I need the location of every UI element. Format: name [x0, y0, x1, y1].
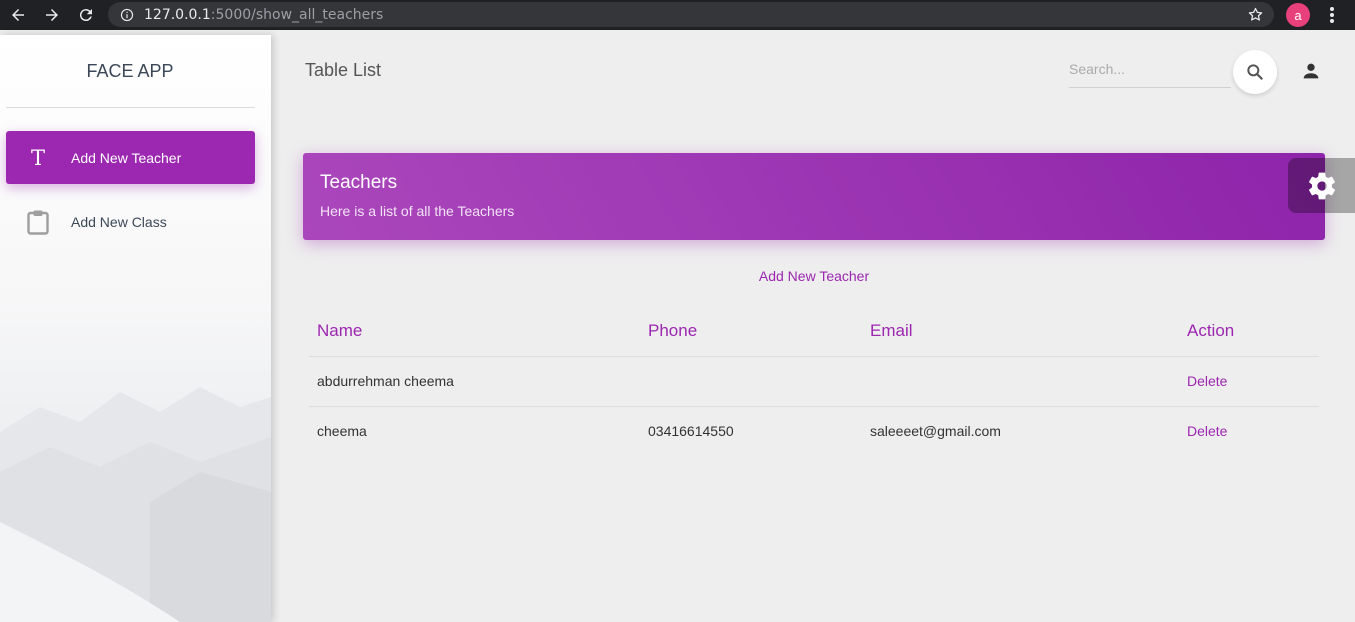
info-icon[interactable] [120, 8, 134, 22]
cell-phone [640, 356, 862, 407]
reload-icon[interactable] [72, 1, 100, 29]
brand-logo[interactable]: FACE APP [0, 61, 260, 82]
delete-link[interactable]: Delete [1179, 356, 1319, 407]
page-title: Table List [305, 60, 382, 80]
cell-phone: 03416614550 [648, 423, 734, 440]
clipboard-icon [18, 209, 58, 235]
gear-icon [1308, 172, 1335, 199]
back-icon[interactable] [4, 1, 32, 29]
cell-name: cheema [317, 423, 367, 440]
letter-t-icon: T [30, 145, 45, 170]
column-header-phone: Phone [640, 306, 862, 357]
browser-toolbar: 127.0.0.1:5000/show_all_teachers a [0, 0, 1355, 30]
cell-email: saleeeet@gmail.com [870, 423, 1001, 440]
sidebar-item-add-new-class[interactable]: Add New Class [6, 195, 255, 248]
card-title: Teachers [320, 172, 398, 193]
bookmark-star-icon[interactable] [1247, 6, 1264, 23]
profile-avatar[interactable]: a [1286, 3, 1310, 27]
cell-email [862, 356, 1179, 407]
teachers-table: Name Phone Email Action abdurrehman chee… [309, 306, 1319, 456]
column-header-name: Name [309, 306, 640, 357]
card-subtitle: Here is a list of all the Teachers [320, 203, 515, 219]
table-header-row: Name Phone Email Action [309, 306, 1319, 357]
delete-link[interactable]: Delete [1179, 406, 1319, 456]
sidebar-item-label: Add New Class [71, 213, 167, 230]
person-icon [1303, 63, 1319, 79]
teachers-card-header: Teachers Here is a list of all the Teach… [303, 153, 1325, 240]
sidebar-item-label: Add New Teacher [71, 149, 182, 166]
user-account-button[interactable] [1298, 58, 1324, 84]
sidebar-item-add-new-teacher[interactable]: T Add New Teacher [6, 131, 255, 184]
add-new-teacher-link[interactable]: Add New Teacher [303, 268, 1325, 284]
search-field [1069, 55, 1231, 88]
sidebar-divider [6, 107, 255, 108]
url-host: 127.0.0.1 [144, 6, 211, 23]
table-row: abdurrehman cheema Delete [309, 356, 1319, 407]
address-bar[interactable]: 127.0.0.1:5000/show_all_teachers [108, 2, 1274, 27]
settings-plugin-button[interactable] [1288, 158, 1355, 213]
search-button[interactable] [1233, 50, 1277, 94]
sidebar: FACE APP T Add New Teacher Add New Class [0, 35, 271, 622]
cell-name: abdurrehman cheema [309, 356, 640, 407]
url-path: :5000/show_all_teachers [210, 6, 384, 23]
more-menu-icon[interactable] [1323, 5, 1341, 25]
search-input[interactable] [1069, 55, 1231, 83]
column-header-email: Email [862, 306, 1179, 357]
column-header-action: Action [1179, 306, 1319, 357]
table-row: cheema 03416614550 saleeeet@gmail.com De… [309, 406, 1319, 456]
forward-icon[interactable] [38, 1, 66, 29]
sidebar-background-image [0, 387, 271, 622]
search-icon [1247, 64, 1263, 80]
